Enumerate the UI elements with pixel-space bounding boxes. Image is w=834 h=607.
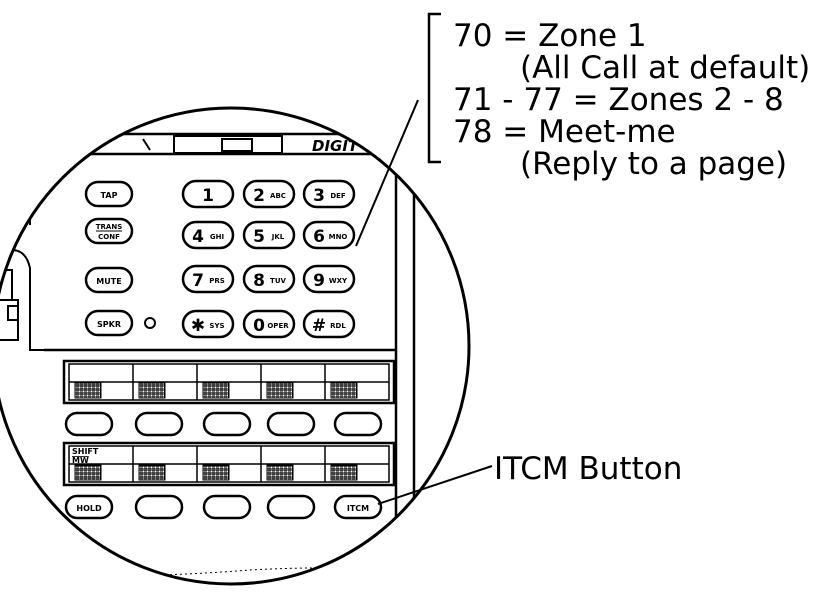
dialpad-key-body[interactable] [302, 179, 356, 209]
dialpad-letters: RDL [330, 322, 346, 330]
function-keys-lower: SHIFT MW [62, 441, 396, 520]
dialpad-letters: OPER [267, 322, 289, 330]
dialpad-digit: 5 [253, 227, 265, 247]
led-indicator [74, 382, 102, 399]
dialpad-key-9[interactable]: 9 WXY [302, 264, 356, 294]
tap-label: TAP [101, 191, 118, 200]
dialpad-key-10[interactable]: ✱ SYS [181, 309, 235, 339]
dialpad-letters: WXY [329, 277, 348, 285]
function-key-8[interactable] [266, 494, 316, 520]
function-key-5[interactable] [333, 411, 383, 437]
dialpad-key-body[interactable] [181, 264, 235, 294]
led-indicator [138, 382, 166, 399]
led-indicator [138, 464, 166, 481]
upper-function-keys [64, 411, 383, 437]
magnified-phone: DIGIT TAP TRANS CONF MUTE SPKR 1 2 ABC 3… [0, 129, 469, 577]
led-indicator [266, 464, 294, 481]
dialpad-digit: 3 [313, 186, 325, 206]
dialpad-letters: DEF [330, 192, 346, 200]
mute-label: MUTE [96, 277, 121, 286]
dialpad-key-6[interactable]: 6 MNO [302, 220, 356, 250]
feature-keys: TAP TRANS CONF MUTE SPKR [84, 180, 156, 337]
dialpad-letters: TUV [270, 277, 286, 285]
callout-leader-line [355, 99, 419, 247]
function-key-6[interactable] [134, 494, 184, 520]
dialpad-letters: GHI [210, 233, 224, 241]
base-edge [49, 567, 421, 577]
lower-function-keys [64, 494, 383, 520]
display-label: DIGIT [312, 137, 360, 155]
callout-line-2: (All Call at default) [520, 50, 810, 86]
callout-line-1: 70 = Zone 1 [453, 18, 647, 54]
dialpad-key-4[interactable]: 4 GHI [181, 220, 235, 250]
dialpad-key-body[interactable] [242, 179, 296, 209]
dialpad-digit: 0 [253, 316, 265, 336]
dialpad: 1 2 ABC 3 DEF 4 GHI 5 JKL 6 MNO 7 PRS 8 TUV 9 WXY ✱ SYS 0 OP… [181, 179, 356, 339]
dialpad-digit: 2 [253, 186, 265, 206]
callout-line-5: (Reply to a page) [520, 146, 787, 182]
callout-line-4: 78 = Meet-me [453, 114, 676, 150]
dialpad-key-body[interactable] [242, 220, 296, 250]
led-indicator [202, 382, 230, 399]
dialpad-digit: 8 [253, 271, 265, 291]
dialpad-digit: ✱ [191, 316, 205, 336]
function-keys-upper [62, 359, 396, 437]
dialpad-key-3[interactable]: 3 DEF [302, 179, 356, 209]
dialpad-digit: 1 [202, 186, 214, 206]
display-mark [142, 138, 151, 151]
dialpad-letters: PRS [209, 277, 225, 285]
mw-label: MW [72, 456, 89, 465]
dialpad-letters: JKL [271, 233, 285, 241]
callout-line-3: 71 - 77 = Zones 2 - 8 [453, 82, 784, 118]
cradle-switch [7, 305, 19, 321]
speaker-led [144, 317, 156, 329]
dialpad-digit: # [312, 316, 326, 336]
dialpad-digit: 7 [192, 271, 204, 291]
dialpad-key-8[interactable]: 8 TUV [242, 264, 296, 294]
led-indicator [330, 464, 358, 481]
hold-label: HOLD [76, 504, 102, 513]
dialpad-letters: SYS [209, 322, 224, 330]
dialpad-digit: 4 [192, 227, 204, 247]
dialpad-digit: 6 [313, 227, 325, 247]
dialpad-key-1[interactable]: 1 [181, 179, 235, 209]
function-key-2[interactable] [134, 411, 184, 437]
dialpad-key-12[interactable]: # RDL [302, 309, 356, 339]
dialpad-key-11[interactable]: 0 OPER [242, 309, 296, 339]
figure-id: AW234 [3, 538, 58, 554]
dialpad-key-5[interactable]: 5 JKL [242, 220, 296, 250]
itcm-label: ITCM [347, 504, 369, 513]
conf-label: CONF [98, 233, 120, 241]
itcm-callout-label: ITCM Button [494, 451, 682, 487]
dialpad-key-7[interactable]: 7 PRS [181, 264, 235, 294]
display-slot [221, 138, 253, 152]
function-key-4[interactable] [266, 411, 316, 437]
dialpad-letters: MNO [329, 233, 348, 241]
phone-diagram: DIGIT TAP TRANS CONF MUTE SPKR 1 2 ABC 3… [0, 0, 834, 602]
dialpad-key-body[interactable] [242, 264, 296, 294]
dialpad-digit: 9 [313, 271, 325, 291]
dialpad-letters: ABC [270, 192, 286, 200]
led-indicator [330, 382, 358, 399]
trans-label: TRANS [96, 223, 122, 231]
function-key-7[interactable] [202, 494, 252, 520]
callout-bracket [427, 12, 441, 164]
led-indicator [202, 464, 230, 481]
dialpad-key-2[interactable]: 2 ABC [242, 179, 296, 209]
spkr-label: SPKR [97, 320, 121, 329]
function-key-1[interactable] [64, 411, 114, 437]
function-key-3[interactable] [202, 411, 252, 437]
shift-label: SHIFT [72, 447, 99, 456]
led-indicator [266, 382, 294, 399]
phone-diagram-svg: DIGIT TAP TRANS CONF MUTE SPKR 1 2 ABC 3… [0, 12, 810, 586]
led-indicator [74, 464, 102, 481]
dialpad-key-body[interactable] [181, 220, 235, 250]
